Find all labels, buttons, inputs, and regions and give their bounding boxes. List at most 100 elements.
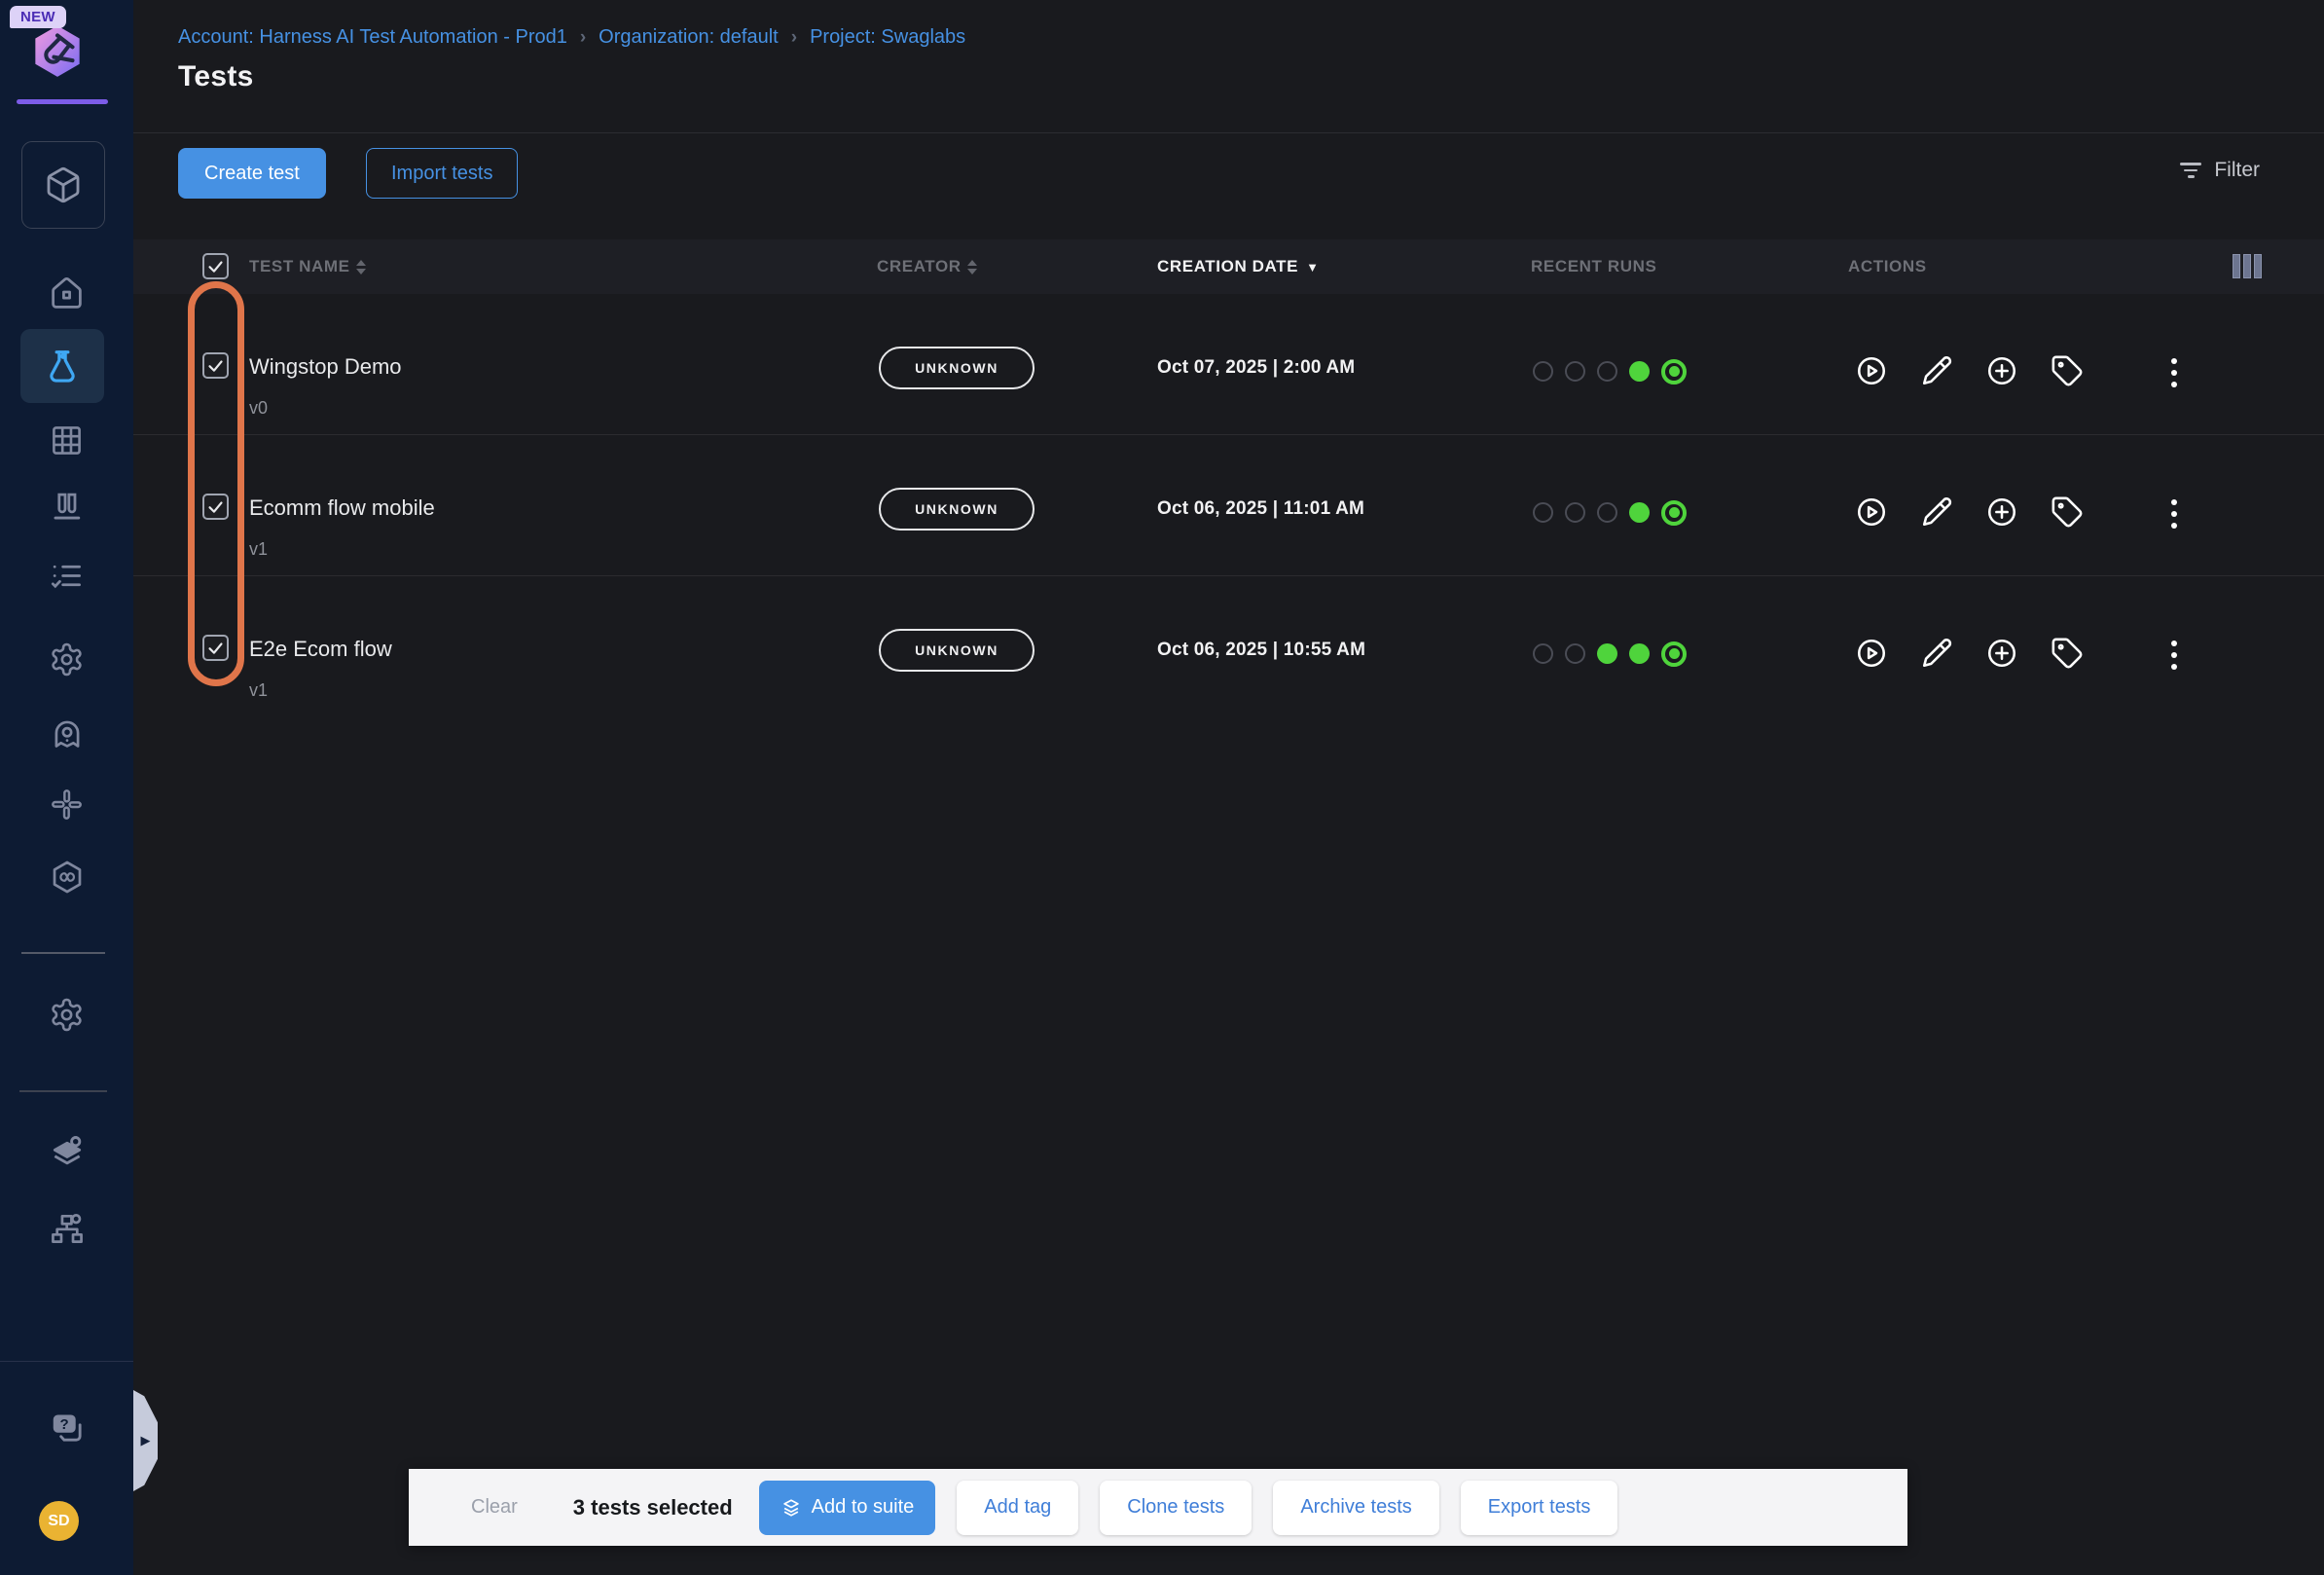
run-status-dot-empty — [1533, 502, 1553, 523]
sidebar-item-slack[interactable] — [0, 787, 133, 823]
column-header-test-name[interactable]: TEST NAME — [249, 239, 366, 294]
run-status-dot-empty — [1597, 502, 1617, 523]
edit-test-button[interactable] — [1920, 354, 1953, 387]
sidebar-item-test-tubes[interactable] — [0, 489, 133, 525]
add-tag-button[interactable]: Add tag — [957, 1481, 1078, 1535]
checklist-icon — [49, 558, 85, 594]
run-status-dot-ring[interactable] — [1661, 359, 1687, 385]
selection-bar: Clear 3 tests selected Add to suite Add … — [409, 1469, 1907, 1546]
run-status-dot-filled[interactable] — [1629, 643, 1650, 664]
sort-arrows-icon[interactable] — [967, 260, 977, 275]
column-header-actions: ACTIONS — [1848, 239, 1927, 294]
row-checkbox[interactable] — [202, 494, 229, 520]
column-settings-icon[interactable] — [2233, 254, 2262, 278]
tag-button[interactable] — [2051, 495, 2084, 529]
run-status-dot-empty — [1565, 361, 1585, 382]
sidebar-item-pipelines[interactable] — [0, 859, 133, 896]
run-test-button[interactable] — [1855, 495, 1888, 529]
run-status-dot-ring[interactable] — [1661, 500, 1687, 526]
user-avatar[interactable]: SD — [39, 1501, 79, 1541]
sort-arrows-icon[interactable] — [356, 260, 366, 275]
help-chat-icon: ? — [49, 1410, 86, 1447]
run-status-dot-filled[interactable] — [1597, 643, 1617, 664]
sort-desc-icon: ▼ — [1306, 260, 1319, 275]
edit-test-button[interactable] — [1920, 495, 1953, 529]
sidebar-item-layers-settings[interactable] — [0, 1133, 133, 1170]
pencil-icon — [1920, 354, 1953, 387]
row-actions — [1855, 354, 2084, 387]
sidebar-item-settings[interactable] — [0, 641, 133, 678]
sidebar-item-checklist[interactable] — [0, 558, 133, 594]
app-logo[interactable] — [29, 23, 86, 84]
infinity-hexagon-icon — [49, 859, 86, 896]
check-icon — [206, 639, 225, 657]
archive-tests-button[interactable]: Archive tests — [1273, 1481, 1438, 1535]
run-status-dot-ring[interactable] — [1661, 641, 1687, 667]
module-selector[interactable] — [21, 141, 105, 229]
play-circle-icon — [1855, 637, 1888, 670]
filter-button[interactable]: Filter — [2180, 159, 2260, 182]
table-header: TEST NAME CREATOR CREATION DATE▼ RECENT … — [133, 239, 2324, 294]
column-header-recent-runs: RECENT RUNS — [1531, 239, 1656, 294]
sidebar-item-agents[interactable] — [0, 714, 133, 751]
tag-button[interactable] — [2051, 354, 2084, 387]
run-test-button[interactable] — [1855, 354, 1888, 387]
tag-button[interactable] — [2051, 637, 2084, 670]
run-test-button[interactable] — [1855, 637, 1888, 670]
table-row: E2e Ecom flow v1 UNKNOWN Oct 06, 2025 | … — [133, 576, 2324, 717]
clone-tests-button[interactable]: Clone tests — [1100, 1481, 1252, 1535]
left-sidebar: NEW — [0, 0, 133, 1575]
more-actions-button[interactable] — [2163, 354, 2185, 387]
clear-selection-button[interactable]: Clear — [471, 1496, 518, 1519]
export-tests-button[interactable]: Export tests — [1461, 1481, 1618, 1535]
select-all-checkbox[interactable] — [202, 253, 229, 279]
selection-count: 3 tests selected — [573, 1495, 733, 1520]
create-test-button[interactable]: Create test — [178, 148, 326, 199]
more-actions-button[interactable] — [2163, 495, 2185, 529]
sidebar-item-home[interactable] — [0, 275, 133, 311]
check-icon — [206, 257, 225, 275]
column-header-creation-date[interactable]: CREATION DATE▼ — [1157, 239, 1320, 294]
gear-icon — [49, 997, 85, 1033]
run-status-dot-filled[interactable] — [1629, 502, 1650, 523]
creator-badge: UNKNOWN — [879, 347, 1035, 389]
sidebar-expand-handle[interactable]: ▶ — [133, 1390, 158, 1491]
row-checkbox[interactable] — [202, 352, 229, 379]
add-to-suite-button[interactable] — [1985, 495, 2018, 529]
header-divider — [133, 132, 2324, 133]
tag-icon — [2051, 495, 2084, 529]
sidebar-item-help[interactable]: ? — [0, 1410, 133, 1447]
org-structure-icon — [49, 1210, 86, 1247]
breadcrumb-project[interactable]: Project: Swaglabs — [810, 26, 965, 49]
test-name[interactable]: E2e Ecom flow — [249, 637, 392, 662]
sidebar-item-account-settings[interactable] — [0, 997, 133, 1033]
more-actions-button[interactable] — [2163, 637, 2185, 670]
test-name[interactable]: Wingstop Demo — [249, 354, 402, 380]
recent-runs — [1533, 499, 1687, 526]
run-status-dot-filled[interactable] — [1629, 361, 1650, 382]
new-badge: NEW — [10, 6, 66, 28]
cube-icon — [44, 165, 83, 204]
row-actions — [1855, 637, 2084, 670]
add-to-suite-button[interactable] — [1985, 637, 2018, 670]
add-to-suite-button[interactable] — [1985, 354, 2018, 387]
column-header-creator[interactable]: CREATOR — [877, 239, 977, 294]
import-tests-button[interactable]: Import tests — [366, 148, 518, 199]
grid-icon — [49, 422, 85, 458]
sidebar-item-org-structure[interactable] — [0, 1210, 133, 1247]
breadcrumb-account[interactable]: Account: Harness AI Test Automation - Pr… — [178, 26, 567, 49]
expand-arrow-icon: ▶ — [141, 1433, 151, 1448]
add-to-suite-bulk-button[interactable]: Add to suite — [759, 1481, 936, 1535]
sidebar-item-tests-active[interactable] — [20, 329, 104, 403]
layers-icon — [781, 1497, 802, 1519]
breadcrumb-organization[interactable]: Organization: default — [599, 26, 779, 49]
edit-test-button[interactable] — [1920, 637, 1953, 670]
check-icon — [206, 497, 225, 516]
slack-icon — [49, 787, 85, 823]
row-checkbox[interactable] — [202, 635, 229, 661]
test-name[interactable]: Ecomm flow mobile — [249, 495, 435, 521]
run-status-dot-empty — [1533, 643, 1553, 664]
sidebar-section-divider — [0, 1361, 133, 1362]
sidebar-item-grid[interactable] — [0, 422, 133, 458]
table-row: Wingstop Demo v0 UNKNOWN Oct 07, 2025 | … — [133, 294, 2324, 435]
